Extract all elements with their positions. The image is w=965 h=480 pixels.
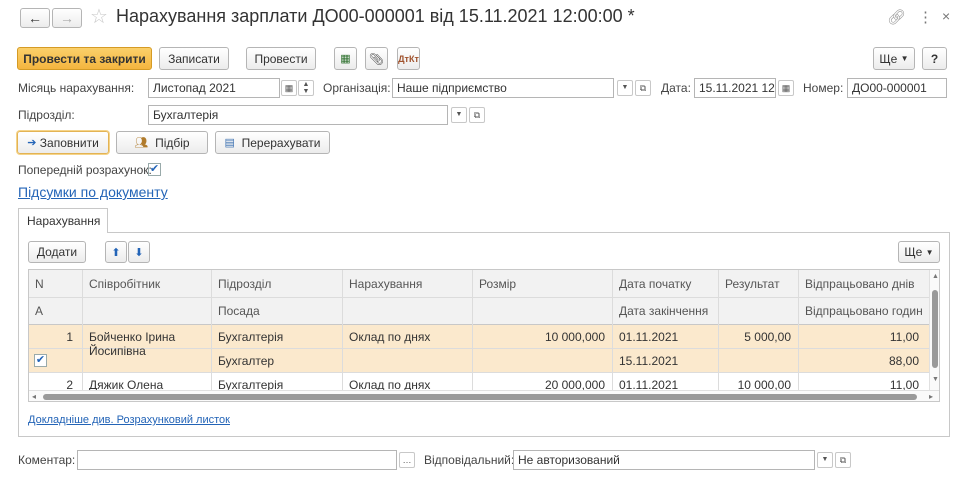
date-calendar-icon[interactable]: ▦ bbox=[778, 80, 794, 96]
month-field[interactable]: Листопад 2021 bbox=[148, 78, 280, 98]
people-icon: 👥︎ bbox=[134, 137, 149, 149]
col-date-start-header[interactable]: Дата початку bbox=[619, 277, 691, 291]
window-title: Нарахування зарплати ДО00-000001 від 15.… bbox=[116, 6, 635, 26]
dept-dropdown-icon[interactable]: ▼ bbox=[451, 107, 467, 123]
number-field[interactable]: ДО00-000001 bbox=[847, 78, 947, 98]
col-a-header[interactable]: A bbox=[35, 304, 43, 318]
move-up-icon[interactable]: ⬆ bbox=[105, 241, 127, 263]
responsible-dropdown-icon[interactable]: ▼ bbox=[817, 452, 833, 468]
accruals-table: N Співробітник Підрозділ Нарахування Роз… bbox=[28, 269, 940, 402]
scroll-right-icon[interactable]: ▸ bbox=[929, 392, 933, 401]
horizontal-scroll-thumb[interactable] bbox=[43, 394, 917, 400]
post-button[interactable]: Провести bbox=[246, 47, 316, 70]
select-label: Підбір bbox=[155, 135, 190, 150]
col-position-header[interactable]: Посада bbox=[218, 304, 260, 318]
fill-button[interactable]: ➔ Заповнити bbox=[17, 131, 109, 154]
row1-days: 11,00 bbox=[889, 330, 919, 344]
more-label: Ще bbox=[879, 51, 898, 66]
vertical-scroll-thumb[interactable] bbox=[932, 290, 938, 368]
chevron-down-icon: ▼ bbox=[900, 54, 909, 63]
scroll-down-icon[interactable]: ▼ bbox=[932, 376, 939, 383]
col-days-header[interactable]: Відпрацьовано днів bbox=[805, 277, 915, 291]
dept-label: Підрозділ: bbox=[18, 108, 75, 122]
month-label: Місяць нарахування: bbox=[18, 81, 135, 95]
scroll-left-icon[interactable]: ◂ bbox=[32, 392, 36, 401]
date-label: Дата: bbox=[661, 81, 691, 95]
dropdown-icon[interactable]: ▼ bbox=[617, 80, 633, 96]
attachment-icon[interactable]: 📎︎ bbox=[365, 47, 388, 70]
row1-accrual: Оклад по днях bbox=[349, 330, 431, 344]
col-date-end-header[interactable]: Дата закінчення bbox=[619, 304, 708, 318]
row1-dept: Бухгалтерія bbox=[218, 330, 284, 344]
org-field[interactable]: Наше підприємство bbox=[392, 78, 614, 98]
col-hours-header[interactable]: Відпрацьовано годин bbox=[805, 304, 923, 318]
tab-accruals[interactable]: Нарахування bbox=[18, 208, 108, 233]
help-button[interactable]: ? bbox=[922, 47, 947, 70]
org-label: Організація: bbox=[323, 81, 391, 95]
table-more-button[interactable]: Ще ▼ bbox=[898, 241, 940, 263]
select-button[interactable]: 👥︎ Підбір bbox=[116, 131, 208, 154]
arrow-right-icon: ➔ bbox=[27, 137, 37, 149]
row1-employee: Бойченко Ірина bbox=[89, 330, 176, 344]
col-amount-header[interactable]: Розмір bbox=[479, 277, 516, 291]
row1-position: Бухгалтер bbox=[218, 354, 275, 368]
add-row-button[interactable]: Додати bbox=[28, 241, 86, 263]
row1-amount: 10 000,000 bbox=[544, 330, 605, 344]
fill-label: Заповнити bbox=[39, 135, 99, 150]
row1-hours: 88,00 bbox=[888, 354, 919, 368]
responsible-label: Відповідальний: bbox=[424, 453, 515, 467]
vertical-scrollbar[interactable]: ▲ ▼ bbox=[929, 270, 939, 390]
row1-n: 1 bbox=[66, 330, 73, 344]
comment-label: Коментар: bbox=[18, 453, 76, 467]
row1-date-end: 15.11.2021 bbox=[619, 354, 679, 368]
prelim-checkbox[interactable]: ✔ bbox=[148, 163, 161, 176]
save-button[interactable]: Записати bbox=[159, 47, 229, 70]
tab-accruals-label: Нарахування bbox=[27, 214, 101, 228]
post-and-close-button[interactable]: Провести та закрити bbox=[17, 47, 152, 70]
move-down-icon[interactable]: ⬇ bbox=[128, 241, 150, 263]
forward-button[interactable]: → bbox=[52, 8, 82, 28]
print-form-icon[interactable]: ДтКт bbox=[397, 47, 420, 70]
col-result-header[interactable]: Результат bbox=[725, 277, 780, 291]
recalc-label: Перерахувати bbox=[241, 135, 321, 150]
back-button[interactable]: ← bbox=[20, 8, 50, 28]
row1-date-start: 01.11.2021 bbox=[619, 330, 679, 344]
open-icon[interactable]: ⧉ bbox=[635, 80, 651, 96]
kebab-icon[interactable]: ⋮ bbox=[918, 8, 933, 26]
col-employee-header[interactable]: Співробітник bbox=[89, 277, 160, 291]
recalc-button[interactable]: ▤ Перерахувати bbox=[215, 131, 330, 154]
date-field[interactable]: 15.11.2021 12:0 bbox=[694, 78, 776, 98]
dept-open-icon[interactable]: ⧉ bbox=[469, 107, 485, 123]
structure-icon[interactable]: ▦ bbox=[334, 47, 357, 70]
responsible-field[interactable]: Не авторизований bbox=[513, 450, 815, 470]
col-accrual-header[interactable]: Нарахування bbox=[349, 277, 422, 291]
row1-result: 5 000,00 bbox=[744, 330, 791, 344]
payslip-link[interactable]: Докладніше див. Розрахунковий листок bbox=[28, 414, 230, 426]
close-icon[interactable]: × bbox=[942, 8, 950, 24]
comment-field[interactable] bbox=[77, 450, 397, 470]
totals-link[interactable]: Підсумки по документу bbox=[18, 184, 168, 200]
scroll-up-icon[interactable]: ▲ bbox=[932, 273, 939, 280]
dept-field[interactable]: Бухгалтерія bbox=[148, 105, 448, 125]
comment-edit-icon[interactable]: … bbox=[399, 452, 415, 468]
table-chevron-icon: ▼ bbox=[925, 247, 934, 257]
horizontal-scrollbar[interactable]: ◂ ▸ bbox=[29, 390, 939, 401]
row1-checkbox[interactable]: ✔ bbox=[34, 354, 47, 367]
responsible-open-icon[interactable]: ⧉ bbox=[835, 452, 851, 468]
prelim-label: Попередній розрахунок: bbox=[18, 163, 152, 177]
more-menu-button[interactable]: Ще ▼ bbox=[873, 47, 915, 70]
recalc-icon: ▤ bbox=[224, 137, 235, 149]
number-label: Номер: bbox=[803, 81, 844, 95]
spinner-icon[interactable]: ▲ ▼ bbox=[298, 80, 314, 96]
link-icon[interactable]: 🔗︎ bbox=[887, 8, 906, 26]
table-more-label: Ще bbox=[904, 245, 923, 259]
col-dept-header[interactable]: Підрозділ bbox=[218, 277, 271, 291]
favorite-star-icon[interactable]: ☆ bbox=[90, 4, 108, 29]
row1-employee2: Йосипівна bbox=[89, 344, 146, 358]
calendar-icon[interactable]: ▦ bbox=[281, 80, 297, 96]
col-n-header[interactable]: N bbox=[35, 277, 44, 291]
